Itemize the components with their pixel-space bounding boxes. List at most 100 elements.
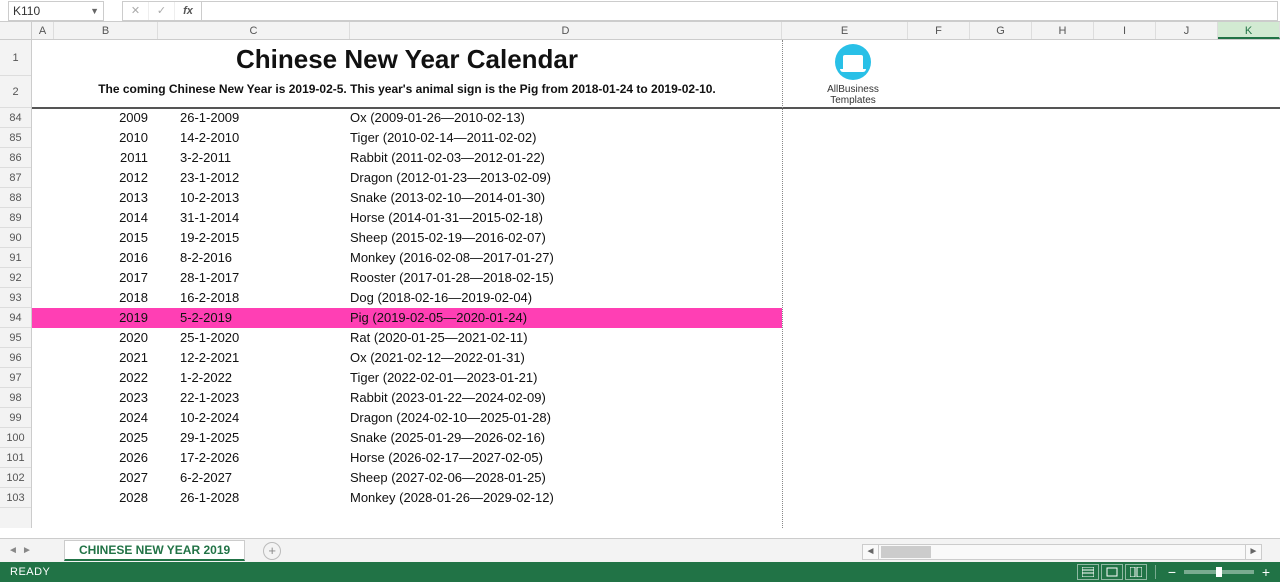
cell-animal[interactable]: Snake (2025-01-29—2026-02-16) [350, 428, 770, 448]
table-row[interactable]: 2014 31-1-2014Horse (2014-01-31—2015-02-1… [32, 208, 782, 228]
table-row[interactable]: 20195-2-2019Pig (2019-02-05—2020-01-24) [32, 308, 782, 328]
cell-animal[interactable]: Sheep (2027-02-06—2028-01-25) [350, 468, 770, 488]
cell-date[interactable]: 16-2-2018 [180, 288, 350, 308]
column-header-G[interactable]: G [970, 22, 1032, 39]
row-header-91[interactable]: 91 [0, 248, 31, 268]
name-box[interactable]: K110 ▼ [8, 1, 104, 21]
cell-animal[interactable]: Rat (2020-01-25—2021-02-11) [350, 328, 770, 348]
cell-date[interactable]: 28-1-2017 [180, 268, 350, 288]
cell-date[interactable]: 6-2-2027 [180, 468, 350, 488]
row-header-95[interactable]: 95 [0, 328, 31, 348]
column-header-J[interactable]: J [1156, 22, 1218, 39]
row-header-103[interactable]: 103 [0, 488, 31, 508]
table-row[interactable]: 2022 1-2-2022Tiger (2022-02-01—2023-01-21… [32, 368, 782, 388]
cell-animal[interactable]: Dragon (2024-02-10—2025-01-28) [350, 408, 770, 428]
cell-year[interactable]: 2016 [54, 248, 158, 268]
cell-date[interactable]: 12-2-2021 [180, 348, 350, 368]
table-row[interactable]: 2017 28-1-2017Rooster (2017-01-28—2018-02… [32, 268, 782, 288]
cell-year[interactable]: 2023 [54, 388, 158, 408]
cell-animal[interactable]: Monkey (2028-01-26—2029-02-12) [350, 488, 770, 508]
chevron-down-icon[interactable]: ▼ [90, 6, 99, 16]
row-header-87[interactable]: 87 [0, 168, 31, 188]
cell-year[interactable]: 2020 [54, 328, 158, 348]
cell-year[interactable]: 2013 [54, 188, 158, 208]
table-row[interactable]: 201816-2-2018Dog (2018-02-16—2019-02-04) [32, 288, 782, 308]
cell-year[interactable]: 2025 [54, 428, 158, 448]
accept-formula-button[interactable]: ✓ [149, 2, 175, 20]
column-header-H[interactable]: H [1032, 22, 1094, 39]
cell-date[interactable]: 3-2-2011 [180, 148, 350, 168]
cell-date[interactable]: 10-2-2013 [180, 188, 350, 208]
column-header-E[interactable]: E [782, 22, 908, 39]
row-header-86[interactable]: 86 [0, 148, 31, 168]
cell-animal[interactable]: Tiger (2010-02-14—2011-02-02) [350, 128, 770, 148]
cell-animal[interactable]: Dragon (2012-01-23—2013-02-09) [350, 168, 770, 188]
cell-animal[interactable]: Tiger (2022-02-01—2023-01-21) [350, 368, 770, 388]
cell-date[interactable]: 23-1-2012 [180, 168, 350, 188]
sheet-tab-active[interactable]: CHINESE NEW YEAR 2019 [64, 540, 245, 561]
cell-date[interactable]: 1-2-2022 [180, 368, 350, 388]
cell-year[interactable]: 2010 [54, 128, 158, 148]
cell-year[interactable]: 2017 [54, 268, 158, 288]
cell-animal[interactable]: Rooster (2017-01-28—2018-02-15) [350, 268, 770, 288]
cell-animal[interactable]: Horse (2014-01-31—2015-02-18) [350, 208, 770, 228]
cell-animal[interactable]: Ox (2021-02-12—2022-01-31) [350, 348, 770, 368]
cell-year[interactable]: 2011 [54, 148, 158, 168]
row-header-97[interactable]: 97 [0, 368, 31, 388]
row-header-94[interactable]: 94 [0, 308, 31, 328]
row-header-90[interactable]: 90 [0, 228, 31, 248]
cell-date[interactable]: 25-1-2020 [180, 328, 350, 348]
row-header-84[interactable]: 84 [0, 108, 31, 128]
table-row[interactable]: 2025 29-1-2025Snake (2025-01-29—2026-02-1… [32, 428, 782, 448]
cell-animal[interactable]: Rabbit (2011-02-03—2012-01-22) [350, 148, 770, 168]
scroll-thumb[interactable] [881, 546, 931, 558]
table-row[interactable]: 20276-2-2027Sheep (2027-02-06—2028-01-25… [32, 468, 782, 488]
tab-next-icon[interactable]: ► [20, 545, 34, 556]
row-header-1[interactable]: 1 [0, 40, 31, 76]
cell-year[interactable]: 2009 [54, 108, 158, 128]
cell-year[interactable]: 2012 [54, 168, 158, 188]
cell-animal[interactable]: Rabbit (2023-01-22—2024-02-09) [350, 388, 770, 408]
column-header-D[interactable]: D [350, 22, 782, 39]
cell-date[interactable]: 22-1-2023 [180, 388, 350, 408]
cell-year[interactable]: 2024 [54, 408, 158, 428]
table-row[interactable]: 2011 3-2-2011Rabbit (2011-02-03—2012-01-2… [32, 148, 782, 168]
column-header-C[interactable]: C [158, 22, 350, 39]
cell-date[interactable]: 26-1-2028 [180, 488, 350, 508]
cell-year[interactable]: 2026 [54, 448, 158, 468]
table-row[interactable]: 20168-2-2016Monkey (2016-02-08—2017-01-2… [32, 248, 782, 268]
column-header-F[interactable]: F [908, 22, 970, 39]
row-header-93[interactable]: 93 [0, 288, 31, 308]
cell-year[interactable]: 2021 [54, 348, 158, 368]
row-header-96[interactable]: 96 [0, 348, 31, 368]
row-header-89[interactable]: 89 [0, 208, 31, 228]
row-header-101[interactable]: 101 [0, 448, 31, 468]
cell-animal[interactable]: Monkey (2016-02-08—2017-01-27) [350, 248, 770, 268]
page-break-view-button[interactable] [1125, 564, 1147, 580]
cell-year[interactable]: 2014 [54, 208, 158, 228]
row-header-2[interactable]: 2 [0, 76, 31, 108]
row-header-92[interactable]: 92 [0, 268, 31, 288]
table-row[interactable]: 202617-2-2026Horse (2026-02-17—2027-02-0… [32, 448, 782, 468]
page-layout-view-button[interactable] [1101, 564, 1123, 580]
cell-animal[interactable]: Sheep (2015-02-19—2016-02-07) [350, 228, 770, 248]
cell-date[interactable]: 26-1-2009 [180, 108, 350, 128]
cancel-formula-button[interactable]: ✕ [123, 2, 149, 20]
table-row[interactable]: 201014-2-2010Tiger (2010-02-14—2011-02-0… [32, 128, 782, 148]
cell-date[interactable]: 29-1-2025 [180, 428, 350, 448]
column-header-K[interactable]: K [1218, 22, 1280, 39]
new-sheet-button[interactable]: + [263, 542, 281, 560]
table-row[interactable]: 201310-2-2013Snake (2013-02-10—2014-01-3… [32, 188, 782, 208]
cell-year[interactable]: 2018 [54, 288, 158, 308]
table-row[interactable]: 202826-1-2028Monkey (2028-01-26—2029-02-… [32, 488, 782, 508]
cell-date[interactable]: 31-1-2014 [180, 208, 350, 228]
cell-date[interactable]: 5-2-2019 [180, 308, 350, 328]
cell-animal[interactable]: Pig (2019-02-05—2020-01-24) [350, 308, 770, 328]
zoom-out-button[interactable]: − [1164, 565, 1180, 579]
formula-input[interactable] [202, 1, 1278, 21]
insert-function-button[interactable]: fx [175, 2, 201, 20]
zoom-in-button[interactable]: + [1258, 565, 1274, 579]
horizontal-scrollbar[interactable]: ◄ ► [862, 544, 1262, 560]
row-header-102[interactable]: 102 [0, 468, 31, 488]
cell-year[interactable]: 2022 [54, 368, 158, 388]
